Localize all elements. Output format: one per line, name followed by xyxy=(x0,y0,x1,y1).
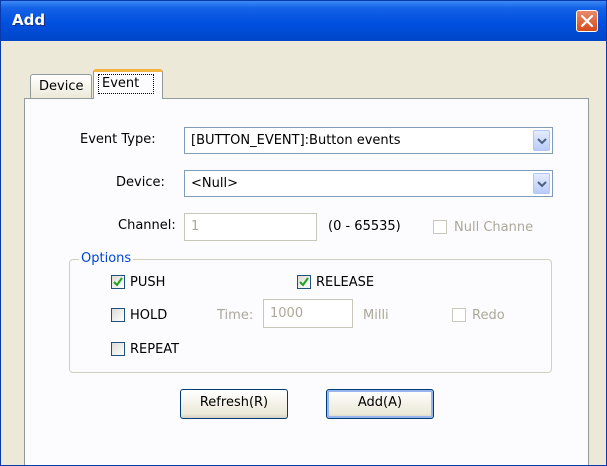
checkmark-icon xyxy=(113,277,123,287)
event-type-dropdown-button[interactable] xyxy=(533,130,550,151)
chevron-down-icon xyxy=(537,138,547,145)
device-dropdown-button[interactable] xyxy=(533,173,550,194)
add-button[interactable]: Add(A) xyxy=(326,389,434,419)
device-label: Device: xyxy=(116,175,165,190)
add-button-label: Add(A) xyxy=(357,395,403,410)
time-label: Time: xyxy=(217,308,254,323)
tab-event[interactable]: Event xyxy=(93,69,163,99)
null-channel-checkbox[interactable] xyxy=(433,220,447,234)
chevron-down-icon xyxy=(537,181,547,188)
refresh-button[interactable]: Refresh(R) xyxy=(180,389,288,419)
device-select[interactable]: <Null> xyxy=(184,170,553,197)
redo-checkbox[interactable] xyxy=(452,308,466,322)
event-type-label: Event Type: xyxy=(80,132,156,147)
checkmark-icon xyxy=(299,277,309,287)
time-value: 1000 xyxy=(270,306,304,321)
time-input[interactable]: 1000 xyxy=(263,299,353,328)
channel-range: (0 - 65535) xyxy=(328,219,401,234)
channel-label: Channel: xyxy=(118,218,176,233)
event-type-value: [BUTTON_EVENT]:Button events xyxy=(191,133,401,148)
release-label: RELEASE xyxy=(316,275,375,290)
release-checkbox[interactable] xyxy=(297,275,311,289)
options-title: Options xyxy=(79,251,134,266)
refresh-button-label: Refresh(R) xyxy=(199,395,269,410)
close-button[interactable] xyxy=(576,10,598,32)
push-checkbox[interactable] xyxy=(111,275,125,289)
tab-event-label: Event xyxy=(102,76,140,91)
hold-checkbox[interactable] xyxy=(111,308,125,322)
repeat-label: REPEAT xyxy=(130,342,180,357)
device-value: <Null> xyxy=(191,176,238,191)
null-channel-label: Null Channe xyxy=(454,220,534,235)
close-icon xyxy=(580,14,594,28)
window-title: Add xyxy=(12,11,46,29)
repeat-checkbox[interactable] xyxy=(111,342,125,356)
tab-device-label: Device xyxy=(39,79,84,94)
title-bar[interactable]: Add xyxy=(1,1,606,41)
add-dialog: Add Device Event Event Type: [BUTTON_EVE… xyxy=(0,0,607,466)
time-unit: Milli xyxy=(363,308,389,323)
tab-device[interactable]: Device xyxy=(30,74,92,98)
hold-label: HOLD xyxy=(130,308,168,323)
event-type-select[interactable]: [BUTTON_EVENT]:Button events xyxy=(184,127,553,154)
channel-value: 1 xyxy=(191,219,200,234)
channel-input[interactable]: 1 xyxy=(184,213,317,241)
redo-label: Redo xyxy=(472,308,505,323)
push-label: PUSH xyxy=(130,275,166,290)
